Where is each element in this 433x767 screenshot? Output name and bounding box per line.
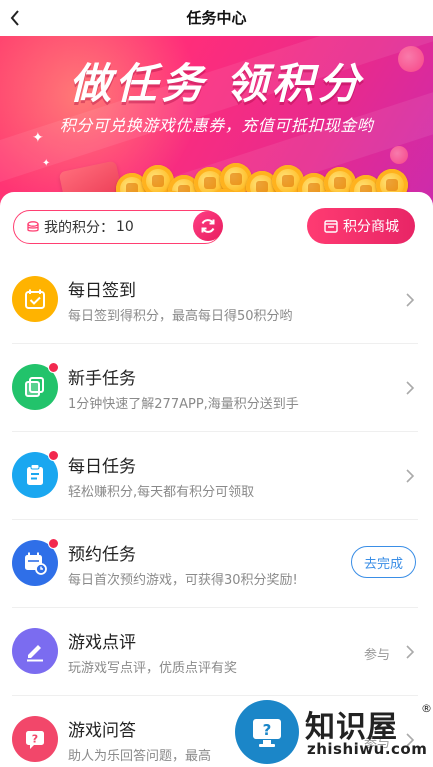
points-value: 10 (116, 219, 134, 235)
page-title: 任务中心 (186, 9, 247, 27)
question-chat-icon: ? (12, 716, 58, 762)
coin-stack-icon (27, 221, 39, 232)
task-item[interactable]: 游戏点评玩游戏写点评，优质点评有奖 参与 (12, 608, 418, 696)
notification-dot (48, 362, 59, 373)
task-title: 每日签到 (68, 281, 136, 301)
task-description: 每日首次预约游戏，可获得30积分奖励! (68, 573, 298, 588)
task-item[interactable]: 预约任务每日首次预约游戏，可获得30积分奖励! 去完成 (12, 520, 418, 608)
task-title: 预约任务 (68, 545, 136, 565)
points-mall-button[interactable]: 积分商城 (307, 208, 415, 244)
task-item[interactable]: 每日签到每日签到得积分，最高每日得50积分哟 (12, 256, 418, 344)
back-button[interactable] (0, 0, 30, 36)
task-title: 每日任务 (68, 457, 136, 477)
points-row: 我的积分： 10 积分商城 (13, 208, 418, 248)
refresh-points-button[interactable] (193, 211, 223, 241)
task-title: 新手任务 (68, 369, 136, 389)
task-description: 助人为乐回答问题，最高 (68, 749, 212, 764)
site-watermark: ? 知识屋 ® zhishiwu.com (235, 698, 433, 767)
task-description: 轻松赚积分,每天都有积分可领取 (68, 485, 255, 500)
task-description: 每日签到得积分，最高每日得50积分哟 (68, 309, 293, 324)
sparkle-icon: ✦ (42, 158, 51, 169)
watermark-url: zhishiwu.com (307, 740, 428, 758)
calendar-check-icon (12, 276, 58, 322)
pencil-icon (12, 628, 58, 674)
chevron-left-icon (10, 10, 19, 26)
banner-title: 做任务 领积分 (69, 59, 364, 108)
navbar: 任务中心 (0, 0, 433, 36)
refresh-icon (201, 219, 215, 233)
task-list: 每日签到每日签到得积分，最高每日得50积分哟新手任务 1分钟快速了解277APP,… (0, 256, 433, 767)
task-title: 游戏问答 (68, 721, 136, 741)
svg-text:?: ? (32, 733, 38, 746)
task-card: 我的积分： 10 积分商城 每日签到每日签到得积分，最高每日得50积分哟新手任务… (0, 192, 433, 767)
participate-label: 参与 (363, 648, 390, 663)
chevron-right-icon[interactable] (404, 380, 416, 396)
svg-text:?: ? (263, 721, 272, 739)
banner-subtitle: 积分可兑换游戏优惠券，充值可抵扣现金哟 (59, 116, 374, 135)
notification-dot (48, 450, 59, 461)
task-item[interactable]: 新手任务 1分钟快速了解277APP,海量积分送到手 (12, 344, 418, 432)
store-icon (324, 220, 338, 233)
complete-task-button[interactable]: 去完成 (351, 546, 416, 578)
points-label: 我的积分： (44, 220, 114, 236)
my-points-box: 我的积分： 10 (13, 210, 222, 244)
task-title: 游戏点评 (68, 633, 136, 653)
task-description: 1分钟快速了解277APP,海量积分送到手 (68, 397, 299, 412)
task-item[interactable]: 每日任务轻松赚积分,每天都有积分可领取 (12, 432, 418, 520)
chevron-right-icon[interactable] (404, 468, 416, 484)
chevron-right-icon[interactable] (404, 292, 416, 308)
monitor-question-icon: ? (235, 700, 299, 764)
watermark-registered: ® (421, 702, 432, 715)
points-mall-label: 积分商城 (343, 219, 399, 235)
chevron-right-icon[interactable] (404, 644, 416, 660)
notification-dot (48, 538, 59, 549)
task-description: 玩游戏写点评，优质点评有奖 (68, 661, 238, 676)
